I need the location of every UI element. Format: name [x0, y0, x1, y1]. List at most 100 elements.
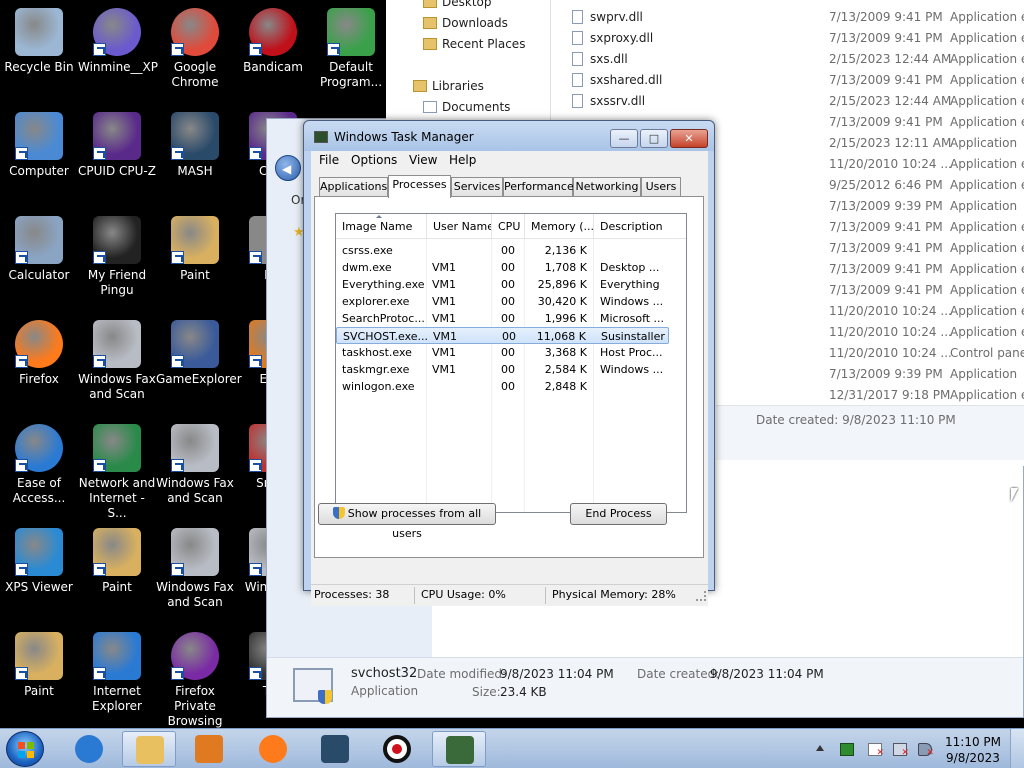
desktop-icon[interactable]: GameExplorer: [156, 320, 242, 387]
file-row[interactable]: sxshared.dll 7/13/2009 9:41 PM Application…: [572, 70, 1024, 91]
calculator-icon: [15, 216, 63, 264]
desktop-icon[interactable]: Google Chrome: [156, 8, 234, 90]
desktop-icon[interactable]: Bandicam: [234, 8, 312, 75]
show-all-users-button[interactable]: Show processes from all users: [318, 503, 496, 540]
process-cpu: 00: [501, 380, 515, 393]
column-memory[interactable]: Memory (...: [525, 214, 594, 239]
process-row[interactable]: dwm.exe VM1 00 1,708 K Desktop ...: [336, 259, 669, 276]
nav-item-downloads[interactable]: Downloads: [423, 16, 508, 30]
task-manager-titlebar[interactable]: Windows Task Manager — □ ✕: [304, 121, 714, 151]
desktop-icon[interactable]: Computer: [0, 112, 78, 179]
column-user-name[interactable]: User Name: [427, 214, 492, 239]
action-center-icon[interactable]: ✕: [868, 743, 884, 758]
tab-users[interactable]: Users: [641, 177, 681, 197]
task-manager-window[interactable]: Windows Task Manager — □ ✕ File Options …: [303, 120, 715, 606]
tab-services[interactable]: Services: [451, 177, 503, 197]
process-row[interactable]: SVCHOST.exe... VM1 00 11,068 K Susinstaller: [336, 327, 669, 344]
minimize-button[interactable]: —: [610, 129, 638, 148]
process-row[interactable]: taskmgr.exe VM1 00 2,584 K Windows ...: [336, 361, 669, 378]
taskbar-button[interactable]: [62, 731, 116, 767]
nav-item-desktop[interactable]: Desktop: [423, 0, 492, 9]
menu-file[interactable]: File: [319, 153, 339, 167]
menu-options[interactable]: Options: [351, 153, 397, 167]
desktop-icon[interactable]: CPUID CPU-Z: [78, 112, 156, 179]
network-tray-icon[interactable]: ✕: [893, 743, 909, 758]
process-row[interactable]: winlogon.exe 00 2,848 K: [336, 378, 669, 395]
process-row[interactable]: SearchProtoc... VM1 00 1,996 K Microsoft ...: [336, 310, 669, 327]
fax-icon: [93, 320, 141, 368]
desktop-icon[interactable]: Windows Fax and Scan: [156, 528, 234, 610]
taskbar-button[interactable]: [182, 731, 236, 767]
details-modified-label: Date modified:: [417, 667, 507, 681]
desktop-icon-label: Internet Explorer: [92, 684, 142, 713]
file-row[interactable]: sxproxy.dll 7/13/2009 9:41 PM Application …: [572, 28, 1024, 49]
system-clock[interactable]: 11:10 PM 9/8/2023: [940, 734, 1006, 766]
desktop-icon[interactable]: Network and Internet - S...: [78, 424, 156, 521]
taskbar-button[interactable]: [308, 731, 362, 767]
file-row[interactable]: sxs.dll 2/15/2023 12:44 AMApplication ex: [572, 49, 1024, 70]
back-arrow-button[interactable]: ◀: [275, 155, 301, 181]
tab-networking[interactable]: Networking: [573, 177, 641, 197]
nav-item-libraries[interactable]: Libraries: [413, 79, 484, 93]
volume-tray-icon[interactable]: ✕: [918, 743, 934, 758]
file-type: Application ex: [950, 10, 1024, 24]
process-row[interactable]: Everything.exe VM1 00 25,896 K Everything: [336, 276, 669, 293]
maximize-button[interactable]: □: [640, 129, 668, 148]
desktop-icon[interactable]: Calculator: [0, 216, 78, 283]
desktop-icon-label: Bandicam: [243, 60, 303, 74]
desktop-icon[interactable]: Internet Explorer: [78, 632, 156, 714]
column-image-name[interactable]: Image Name: [336, 214, 427, 239]
tab-performance[interactable]: Performance: [503, 177, 574, 197]
desktop-icon[interactable]: Firefox Private Browsing: [156, 632, 234, 729]
desktop-icon-label: Windows Fax and Scan: [78, 372, 156, 401]
show-hidden-icons-icon[interactable]: [816, 745, 824, 751]
taskbar-button[interactable]: [370, 731, 424, 767]
desktop-icon[interactable]: Paint: [78, 528, 156, 595]
column-description[interactable]: Description: [594, 214, 686, 239]
desktop-icon[interactable]: Firefox: [0, 320, 78, 387]
show-desktop-button[interactable]: [1010, 729, 1024, 768]
dll-file-icon: [572, 94, 583, 108]
ease-of-access-icon: [15, 424, 63, 472]
process-row[interactable]: csrss.exe 00 2,136 K: [336, 242, 669, 259]
desktop-icon[interactable]: Recycle Bin: [0, 8, 78, 75]
end-process-button[interactable]: End Process: [570, 503, 667, 525]
file-type: Application ex: [950, 283, 1024, 297]
desktop-icon[interactable]: Windows Fax and Scan: [156, 424, 234, 506]
desktop-icon[interactable]: MASH: [156, 112, 234, 179]
process-row[interactable]: taskhost.exe VM1 00 3,368 K Host Proc...: [336, 344, 669, 361]
taskbar-button[interactable]: [122, 731, 176, 767]
process-image-name: explorer.exe: [342, 295, 410, 308]
desktop-icon[interactable]: Windows Fax and Scan: [78, 320, 156, 402]
mash-icon: [171, 112, 219, 160]
tab-processes[interactable]: Processes: [388, 175, 451, 198]
file-row[interactable]: swprv.dll 7/13/2009 9:41 PM Application ex: [572, 7, 1024, 28]
desktop-icon[interactable]: Ease of Access...: [0, 424, 78, 506]
tab-applications[interactable]: Applications: [319, 177, 388, 197]
taskbar-button[interactable]: [432, 731, 486, 767]
desktop-icon[interactable]: Winmine__XP: [78, 8, 158, 75]
process-list[interactable]: Image Name User Name CPU Memory (... Des…: [335, 213, 687, 513]
desktop-icon[interactable]: My Friend Pingu: [78, 216, 156, 298]
media-player-icon: [195, 735, 223, 763]
menu-help[interactable]: Help: [449, 153, 476, 167]
column-cpu[interactable]: CPU: [492, 214, 525, 239]
desktop-icon[interactable]: Paint: [156, 216, 234, 283]
taskbar-button[interactable]: [246, 731, 300, 767]
file-type: Application ex: [950, 94, 1024, 108]
cpu-tray-icon[interactable]: [840, 743, 854, 756]
desktop-icon[interactable]: Default Program...: [312, 8, 390, 90]
process-row[interactable]: explorer.exe VM1 00 30,420 K Windows ...: [336, 293, 669, 310]
vertical-scrollbar[interactable]: [685, 239, 686, 512]
nav-item-documents[interactable]: Documents: [423, 100, 510, 114]
close-button[interactable]: ✕: [670, 129, 708, 148]
menu-view[interactable]: View: [409, 153, 437, 167]
process-image-name: taskhost.exe: [342, 346, 412, 359]
nav-item-recent-places[interactable]: Recent Places: [423, 37, 525, 51]
status-physical-memory: Physical Memory: 28%: [552, 588, 676, 601]
desktop-icon[interactable]: XPS Viewer: [0, 528, 78, 595]
start-button[interactable]: [6, 731, 44, 767]
resize-grip-icon[interactable]: [696, 591, 706, 601]
desktop-icon[interactable]: Paint: [0, 632, 78, 699]
file-row[interactable]: sxssrv.dll 2/15/2023 12:44 AM Application …: [572, 91, 1024, 112]
